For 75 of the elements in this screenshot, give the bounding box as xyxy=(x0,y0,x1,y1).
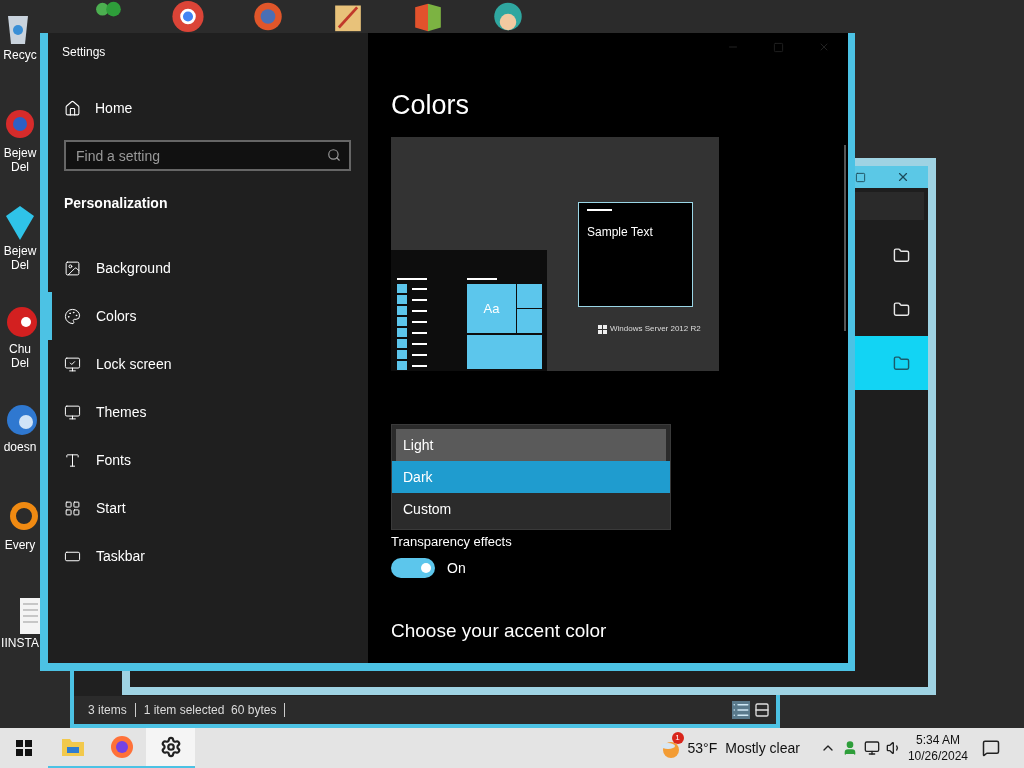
menu-row-drawing xyxy=(397,295,427,304)
nav-item[interactable]: Fonts xyxy=(48,436,368,484)
notification-badge: 1 xyxy=(671,732,684,744)
sample-text: Sample Text xyxy=(587,224,654,241)
windows-logo-icon[interactable] xyxy=(16,740,32,756)
folder-icon xyxy=(893,300,910,318)
tile xyxy=(517,284,542,308)
menu-row-drawing xyxy=(397,339,427,348)
network-icon[interactable] xyxy=(863,740,880,756)
palette-icon xyxy=(64,307,81,325)
details-view-icon[interactable] xyxy=(732,701,750,719)
toggle-state: On xyxy=(447,558,466,578)
shortcut-label: IINSTA xyxy=(1,636,39,650)
home-link[interactable]: Home xyxy=(64,98,368,119)
nav-item[interactable]: Start xyxy=(48,484,368,532)
notifications-icon[interactable] xyxy=(982,739,1000,757)
grid-icon xyxy=(64,499,81,517)
os-label: Windows Server 2012 R2 xyxy=(610,323,701,335)
monitor-icon xyxy=(64,355,81,373)
picture-icon xyxy=(64,259,81,277)
shortcut-label: doesn xyxy=(3,440,37,454)
tile: Aa xyxy=(467,284,516,333)
section-heading: Personalization xyxy=(64,194,169,213)
nav-label: Colors xyxy=(96,306,137,326)
nav-item[interactable]: Taskbar xyxy=(48,532,368,580)
selection-info: 1 item selected 60 bytes xyxy=(143,702,277,719)
menu-row-drawing xyxy=(397,306,427,315)
clock-date[interactable]: 10/26/2024 xyxy=(907,748,968,764)
nav-label: Background xyxy=(96,258,171,278)
temperature: 53°F xyxy=(687,738,718,758)
shortcut-label: Bejew Del xyxy=(3,244,37,272)
tile xyxy=(517,309,542,333)
shortcut-label: Bejew Del xyxy=(3,146,37,174)
folder-icon xyxy=(893,354,910,372)
taskbar-app[interactable] xyxy=(146,728,195,768)
search-icon[interactable] xyxy=(327,148,341,162)
app-icon[interactable] xyxy=(170,0,206,33)
menu-row-drawing xyxy=(397,317,427,326)
shortcut-label: Recyc xyxy=(3,48,37,62)
section-heading: Choose your accent color xyxy=(391,618,608,643)
weather-condition: Mostly clear xyxy=(725,738,800,758)
nav-label: Start xyxy=(96,498,126,518)
nav-label: Lock screen xyxy=(96,354,172,374)
shortcut-label: Chu Del xyxy=(9,342,31,370)
nav-label: Taskbar xyxy=(96,546,146,566)
page-title: Colors xyxy=(391,89,471,121)
folder-icon xyxy=(60,737,85,757)
item-count: 3 items xyxy=(88,702,127,719)
menu-row-drawing xyxy=(397,350,427,359)
menu-row-drawing xyxy=(397,361,427,370)
menu-row-drawing xyxy=(397,328,427,337)
maximize-icon[interactable] xyxy=(855,171,866,183)
nav-label: Themes xyxy=(96,402,147,422)
dropdown-option[interactable]: Light xyxy=(396,429,666,461)
clock-time[interactable]: 5:34 AM xyxy=(915,732,960,748)
windows-logo-icon xyxy=(598,324,607,334)
nav-item[interactable]: Themes xyxy=(48,388,368,436)
shortcut-label: Every xyxy=(4,538,36,552)
menu-row-drawing xyxy=(397,284,427,293)
search-field[interactable]: Find a setting xyxy=(64,140,351,171)
nav-label: Fonts xyxy=(96,450,131,470)
nav-item[interactable]: Lock screen xyxy=(48,340,368,388)
toggle-switch[interactable] xyxy=(391,558,435,578)
scrollbar[interactable] xyxy=(844,145,846,331)
home-icon xyxy=(64,100,81,117)
dropdown-option[interactable]: Custom xyxy=(392,493,670,525)
folder-icon xyxy=(893,246,910,264)
nav-item[interactable]: Background xyxy=(48,244,368,292)
window-title: Settings xyxy=(62,44,107,61)
letters-icon xyxy=(64,451,81,469)
tiles-view-icon[interactable] xyxy=(754,702,770,718)
settings-icon xyxy=(159,736,182,758)
browser-icon xyxy=(109,735,134,759)
setting-label: Transparency effects xyxy=(391,533,513,551)
close-icon[interactable] xyxy=(896,170,910,184)
